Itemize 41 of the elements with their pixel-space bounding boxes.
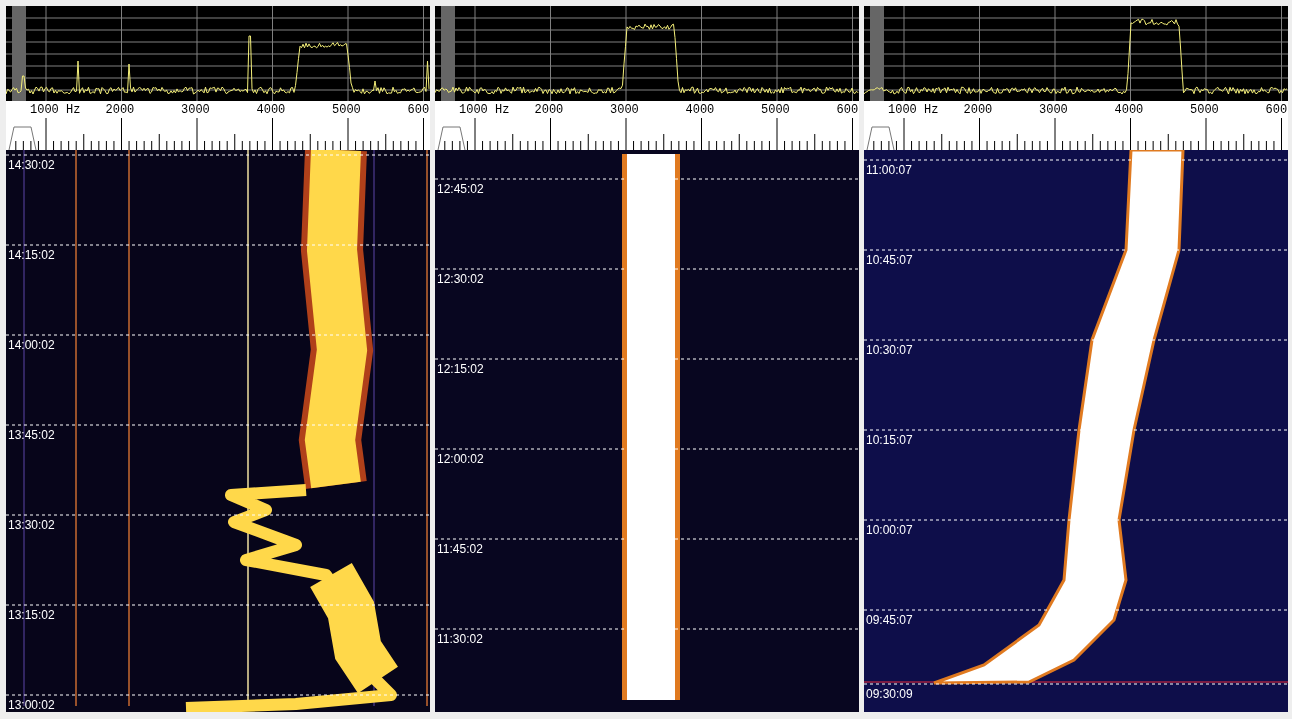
frequency-label: 4000	[685, 103, 715, 117]
timestamp-label: 12:15:02	[437, 362, 484, 376]
frequency-label: 2000	[963, 103, 993, 117]
frequency-label: 600	[407, 103, 430, 117]
timestamp-label: 09:30:09	[866, 687, 913, 701]
timestamp-label: 13:15:02	[8, 608, 55, 622]
frequency-label: 3000	[610, 103, 639, 117]
frequency-label: 5000	[332, 103, 361, 117]
timestamp-label: 13:00:02	[8, 698, 55, 712]
timestamp-label: 11:45:02	[437, 542, 483, 556]
timestamp-label: 10:45:07	[866, 253, 913, 267]
timestamp-label: 11:30:02	[437, 632, 483, 646]
frequency-label: 5000	[1190, 103, 1219, 117]
frequency-label: 600	[1265, 103, 1288, 117]
timestamp-label: 13:45:02	[8, 428, 55, 442]
timestamp-label: 11:00:07	[866, 163, 912, 177]
timestamp-label: 10:15:07	[866, 433, 913, 447]
timestamp-label: 14:00:02	[8, 338, 55, 352]
timestamp-label: 10:00:07	[866, 523, 913, 537]
timestamp-label: 09:45:07	[866, 613, 913, 627]
frequency-label: 1000 Hz	[459, 103, 510, 117]
frequency-label: 2000	[534, 103, 564, 117]
frequency-label: 2000	[105, 103, 135, 117]
timestamp-label: 14:15:02	[8, 248, 55, 262]
timestamp-label: 12:00:02	[437, 452, 484, 466]
frequency-label: 1000 Hz	[888, 103, 939, 117]
timestamp-label: 12:45:02	[437, 182, 484, 196]
frequency-label: 3000	[181, 103, 210, 117]
timestamp-label: 10:30:07	[866, 343, 913, 357]
frequency-label: 3000	[1039, 103, 1068, 117]
frequency-label: 1000 Hz	[30, 103, 81, 117]
frequency-label: 4000	[1114, 103, 1144, 117]
timestamp-label: 12:30:02	[437, 272, 484, 286]
filter-shape-icon[interactable]	[866, 126, 895, 150]
filter-shape-icon[interactable]	[437, 126, 466, 150]
timestamp-label: 14:30:02	[8, 158, 55, 172]
filter-shape-icon[interactable]	[8, 126, 37, 150]
frequency-label: 600	[836, 103, 859, 117]
frequency-label: 5000	[761, 103, 790, 117]
timestamp-label: 13:30:02	[8, 518, 55, 532]
frequency-label: 4000	[256, 103, 286, 117]
